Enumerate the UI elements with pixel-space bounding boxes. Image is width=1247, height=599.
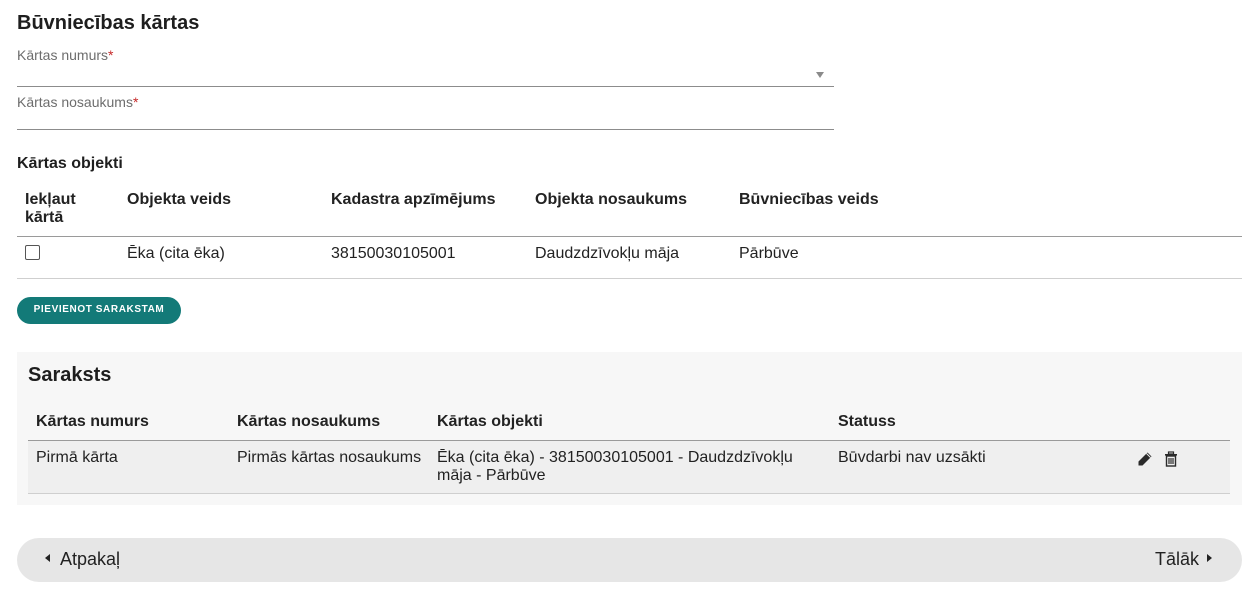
cadastre-cell: 38150030105001 <box>331 245 456 262</box>
phase-number-cell: Pirmā kārta <box>36 449 118 466</box>
list-table-header: Kārtas numurs Kārtas nosaukums Kārtas ob… <box>28 408 1230 441</box>
phase-name-cell: Pirmās kārtas nosaukums <box>237 449 422 466</box>
construction-type-cell: Pārbūve <box>739 245 799 262</box>
chevron-down-icon[interactable] <box>816 72 824 78</box>
object-name-cell: Daudzdzīvokļu māja <box>535 245 680 262</box>
column-header-status: Statuss <box>838 413 896 430</box>
column-header-type: Objekta veids <box>127 191 232 208</box>
column-header-object-name: Objekta nosaukums <box>535 191 688 208</box>
phase-number-select[interactable]: Kārtas numurs* <box>17 47 834 87</box>
column-header-phase-name: Kārtas nosaukums <box>237 413 381 430</box>
column-header-construction-type: Būvniecības veids <box>739 191 879 208</box>
phase-objects-cell: Ēka (cita ēka) - 38150030105001 - Daudzd… <box>437 449 793 484</box>
phase-number-label: Kārtas numurs* <box>17 47 114 63</box>
column-header-cadastre: Kadastra apzīmējums <box>331 191 496 208</box>
list-item: Pirmā kārta Pirmās kārtas nosaukums Ēka … <box>28 441 1230 494</box>
arrow-left-icon <box>45 554 50 562</box>
trash-icon[interactable] <box>1163 451 1179 467</box>
include-checkbox[interactable] <box>25 245 40 260</box>
column-header-phase-objects: Kārtas objekti <box>437 413 543 430</box>
add-to-list-button[interactable]: PIEVIENOT SARAKSTAM <box>17 297 181 324</box>
next-button[interactable]: Tālāk <box>1155 549 1212 570</box>
construction-phases-page: Būvniecības kārtas Kārtas numurs* Kārtas… <box>0 0 1247 599</box>
phase-name-label: Kārtas nosaukums* <box>17 94 139 110</box>
column-header-phase-number: Kārtas numurs <box>36 413 149 430</box>
page-title: Būvniecības kārtas <box>17 12 200 34</box>
phase-objects-title: Kārtas objekti <box>17 155 123 172</box>
navigation-bar: Atpakaļ Tālāk <box>17 538 1242 582</box>
object-type-cell: Ēka (cita ēka) <box>127 245 225 262</box>
phase-name-field[interactable]: Kārtas nosaukums* <box>17 94 834 130</box>
phase-objects-table: Iekļaut kārtā Objekta veids Kadastra apz… <box>17 180 1242 279</box>
back-button[interactable]: Atpakaļ <box>45 549 120 570</box>
list-title: Saraksts <box>28 364 112 386</box>
list-panel: Saraksts Kārtas numurs Kārtas nosaukums … <box>17 352 1242 505</box>
status-cell: Būvdarbi nav uzsākti <box>838 449 986 466</box>
pencil-icon[interactable] <box>1137 451 1153 467</box>
arrow-right-icon <box>1207 554 1212 562</box>
table-header: Iekļaut kārtā Objekta veids Kadastra apz… <box>17 180 1242 237</box>
table-row: Ēka (cita ēka) 38150030105001 Daudzdzīvo… <box>17 237 1242 279</box>
column-header-include: Iekļaut kārtā <box>25 191 76 226</box>
